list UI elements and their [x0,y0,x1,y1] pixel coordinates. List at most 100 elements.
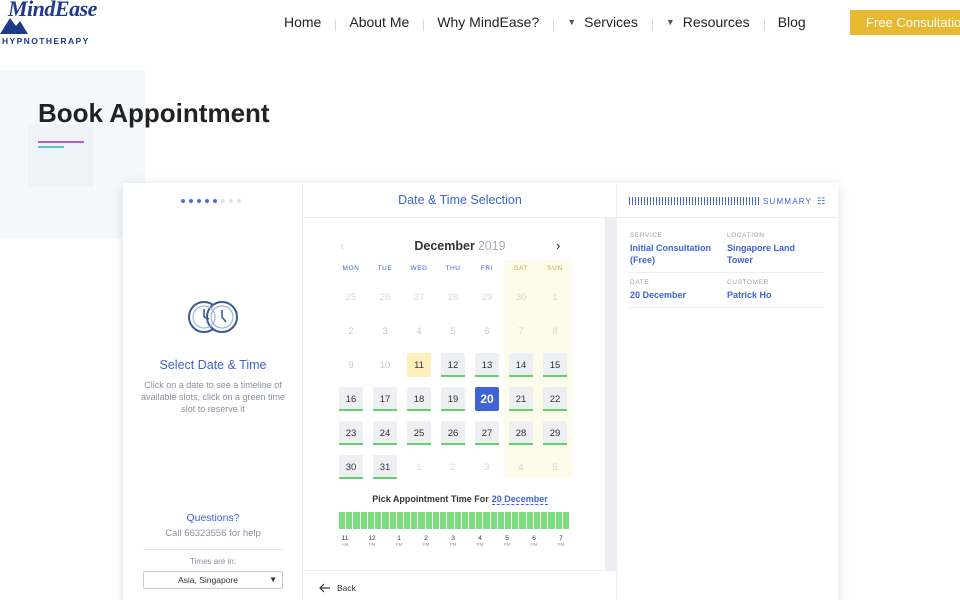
nav-about-me[interactable]: About Me [335,14,423,31]
time-slot[interactable] [360,512,367,529]
time-slot[interactable] [382,512,389,529]
time-slot[interactable] [432,512,440,529]
time-slot[interactable] [454,512,461,529]
availability-bar [475,443,499,445]
calendar-day[interactable]: 25 [402,416,436,450]
calendar-day[interactable]: 16 [334,382,368,416]
weekday-label: THU [445,265,461,272]
time-slot[interactable] [519,512,526,529]
time-slot[interactable] [389,512,396,529]
time-slot[interactable] [375,512,382,529]
calendar-day[interactable]: 22 [538,382,572,416]
availability-bar [339,443,363,445]
time-slot[interactable] [418,512,425,529]
calendar-day[interactable]: 29 [538,416,572,450]
calendar-day-number: 25 [413,427,425,439]
nav-why-mindease[interactable]: Why MindEase? [423,14,553,31]
calendar-day[interactable]: 24 [368,416,402,450]
availability-bar [339,477,363,479]
time-slot[interactable] [440,512,447,529]
calendar-day[interactable]: 17 [368,382,402,416]
timezone-select[interactable]: Asia, Singapore ▼ [143,571,283,589]
next-month-icon[interactable]: › [556,238,560,253]
calendar-day-number: 5 [450,325,456,337]
calendar-day[interactable]: 23 [334,416,368,450]
time-tick-period: PM [503,542,511,547]
nav-blog[interactable]: Blog [763,14,820,31]
time-slot[interactable] [555,512,562,529]
summary-header: SUMMARY ☷ [629,195,829,207]
calendar-day[interactable]: 26 [436,416,470,450]
month-year: 2019 [477,239,506,253]
calendar-day[interactable]: 18 [402,382,436,416]
time-tick: 4 PM [473,535,487,547]
time-slot[interactable] [353,512,360,529]
summary-panel: SUMMARY ☷ SERVICE Initial Consultation (… [617,183,838,600]
calendar-day-disabled: 4 [504,450,538,484]
summary-location-value: Singapore Land Tower [727,243,796,265]
time-slot[interactable] [396,512,403,529]
chevron-down-icon: ▼ [567,17,577,27]
time-slot[interactable] [476,512,483,529]
calendar-day[interactable]: 12 [436,348,470,382]
progress-dot [189,199,193,203]
time-slot[interactable] [497,512,505,529]
back-button[interactable]: Back [319,583,356,593]
time-slot[interactable] [461,512,468,529]
calendar-day-number: 20 [480,392,494,406]
time-slot[interactable] [533,512,541,529]
calendar-day[interactable]: 21 [504,382,538,416]
site-logo[interactable]: MindEase HYPNOTHERAPY [0,0,100,46]
nav-resources[interactable]: ▼ Resources [651,14,764,31]
time-tick-period: PM [530,542,538,547]
calendar-day-disabled: 8 [538,314,572,348]
calendar-day-disabled: 30 [504,280,538,314]
calendar-day-disabled: 5 [538,450,572,484]
summary-date-label: DATE [630,279,650,286]
timezone-label: Times are in: [190,557,236,566]
time-slot[interactable] [447,512,454,529]
time-slot[interactable] [425,512,432,529]
calendar-day[interactable]: 28 [504,416,538,450]
time-slot[interactable] [468,512,476,529]
calendar-day[interactable]: 15 [538,348,572,382]
time-slot[interactable] [541,512,548,529]
calendar-day-number: 9 [348,359,354,371]
calendar-day[interactable]: 27 [470,416,504,450]
time-tick-hour: 12 [368,535,376,542]
calendar-day[interactable]: 30 [334,450,368,484]
calendar-day-number: 11 [414,359,424,371]
time-slot[interactable] [526,512,533,529]
calendar-day[interactable]: 11 [402,348,436,382]
time-slot[interactable] [490,512,497,529]
nav-home[interactable]: Home [270,14,335,30]
time-slot[interactable] [548,512,555,529]
time-slot[interactable] [339,512,346,529]
weekday-header: MON TUE WED THU FRI SAT SUN [334,265,572,272]
pick-time-date[interactable]: 20 December [491,494,548,505]
time-slot[interactable] [411,512,418,529]
nav-services[interactable]: ▼ Services [553,14,652,31]
calendar-day-number: 27 [481,427,493,439]
calendar-day[interactable]: 31 [368,450,402,484]
time-slot[interactable] [483,512,490,529]
pick-time-heading: Pick Appointment Time For 20 December [303,494,617,505]
time-slot[interactable] [562,512,569,529]
availability-bar [373,409,397,411]
calendar-day-disabled: 4 [402,314,436,348]
calendar-scrollbar[interactable] [605,218,617,570]
time-slot[interactable] [512,512,519,529]
time-slot[interactable] [367,512,375,529]
calendar-day[interactable]: 13 [470,348,504,382]
time-slot[interactable] [403,512,411,529]
free-consultation-button[interactable]: Free Consultation [850,10,960,35]
calendar-day[interactable]: 19 [436,382,470,416]
time-slot[interactable] [505,512,512,529]
summary-service-value: Initial Consultation (Free) [630,243,711,265]
calendar-day[interactable]: 14 [504,348,538,382]
time-slot[interactable] [346,512,353,529]
time-tick-hour: 3 [451,535,455,542]
calendar-day[interactable]: 20 [470,382,504,416]
calendar-grid: 25 26 27 28 29 30 1 2 3 4 5 6 7 8 9 10 11 12 13 14 15 16 17 18 1… [334,280,572,484]
time-tick-period: PM [476,542,484,547]
